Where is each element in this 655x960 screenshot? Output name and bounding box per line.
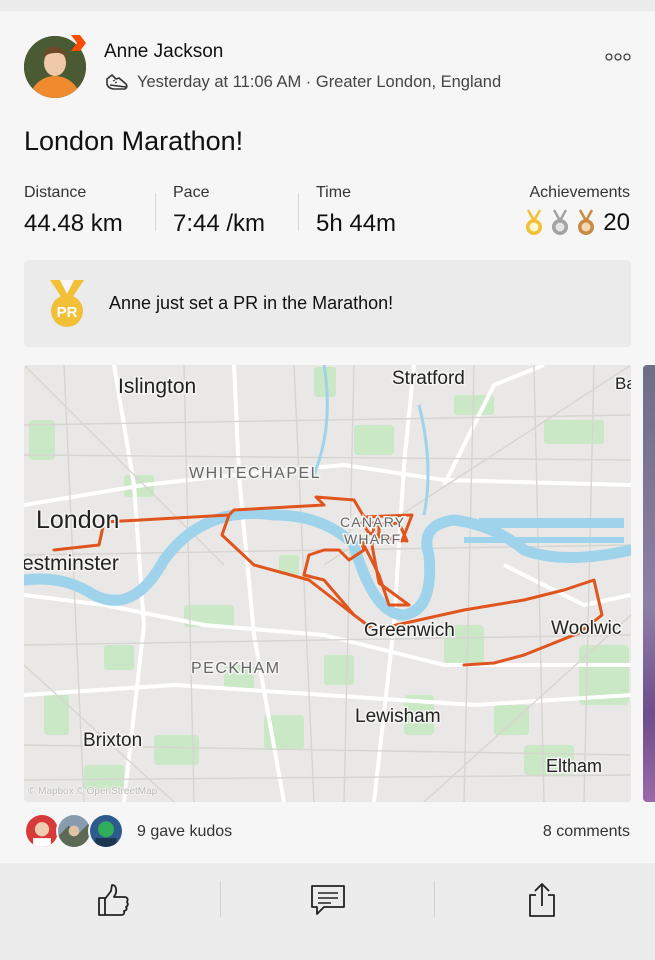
label-peckham: PECKHAM [191, 660, 281, 677]
label-islington: Islington [118, 375, 196, 398]
gold-medal-icon [526, 209, 543, 235]
label-barking: Ba [615, 374, 631, 393]
achievements-row[interactable]: 20 [523, 208, 630, 238]
kudos-avatar [88, 813, 124, 849]
bronze-medal-icon [578, 209, 595, 235]
label-lewisham: Lewisham [355, 706, 441, 727]
silver-medal-icon [552, 209, 569, 235]
pr-badge-text: PR [57, 304, 78, 321]
distance-value: 44.48 km [24, 210, 123, 237]
label-wharf: WHARF [344, 531, 401, 547]
action-bar [0, 863, 655, 936]
kudos-avatar [56, 813, 92, 849]
kudos-count[interactable]: 9 gave kudos [137, 823, 232, 841]
time-label: Time [316, 184, 351, 201]
premium-badge-icon [71, 35, 86, 51]
kudos-button[interactable] [4, 863, 222, 936]
activity-title[interactable]: London Marathon! [24, 126, 243, 157]
distance-label: Distance [24, 184, 87, 201]
activity-meta: Yesterday at 11:06 AM · Greater London, … [137, 73, 502, 91]
label-whitechapel: WHITECHAPEL [189, 465, 321, 482]
next-photo-preview[interactable] [643, 365, 655, 802]
label-london: London [36, 506, 119, 534]
pr-banner[interactable]: PR Anne just set a PR in the Marathon! [24, 260, 631, 347]
more-options-icon[interactable] [605, 52, 631, 62]
map-canvas: Islington Stratford Ba WHITECHAPEL Londo… [24, 365, 631, 802]
comments-count[interactable]: 8 comments [543, 823, 630, 841]
pace-label: Pace [173, 184, 210, 201]
achievements-count: 20 [603, 209, 630, 236]
time-value: 5h 44m [316, 210, 397, 237]
label-eltham: Eltham [546, 756, 602, 776]
label-stratford: Stratford [392, 368, 465, 389]
map-attribution: © Mapbox © OpenStreetMap [28, 786, 158, 797]
achievements-label: Achievements [529, 184, 631, 201]
athlete-name[interactable]: Anne Jackson [104, 41, 223, 63]
pace-value: 7:44 /km [173, 210, 266, 237]
label-woolwich: Woolwic [551, 618, 621, 639]
comment-button[interactable] [219, 863, 437, 936]
thumbs-up-icon [98, 883, 129, 916]
route-map[interactable]: Islington Stratford Ba WHITECHAPEL Londo… [24, 365, 631, 802]
label-brixton: Brixton [83, 730, 142, 751]
label-westminster: estminster [24, 552, 119, 575]
kudos-avatar [24, 813, 60, 849]
pr-text: Anne just set a PR in the Marathon! [109, 293, 394, 313]
pr-medal-icon: PR [50, 280, 84, 327]
label-greenwich: Greenwich [364, 620, 455, 641]
running-shoe-icon [106, 74, 128, 90]
share-icon [529, 882, 555, 917]
label-canary: CANARY [340, 514, 405, 530]
share-button[interactable] [433, 863, 651, 936]
comment-icon [311, 884, 345, 915]
